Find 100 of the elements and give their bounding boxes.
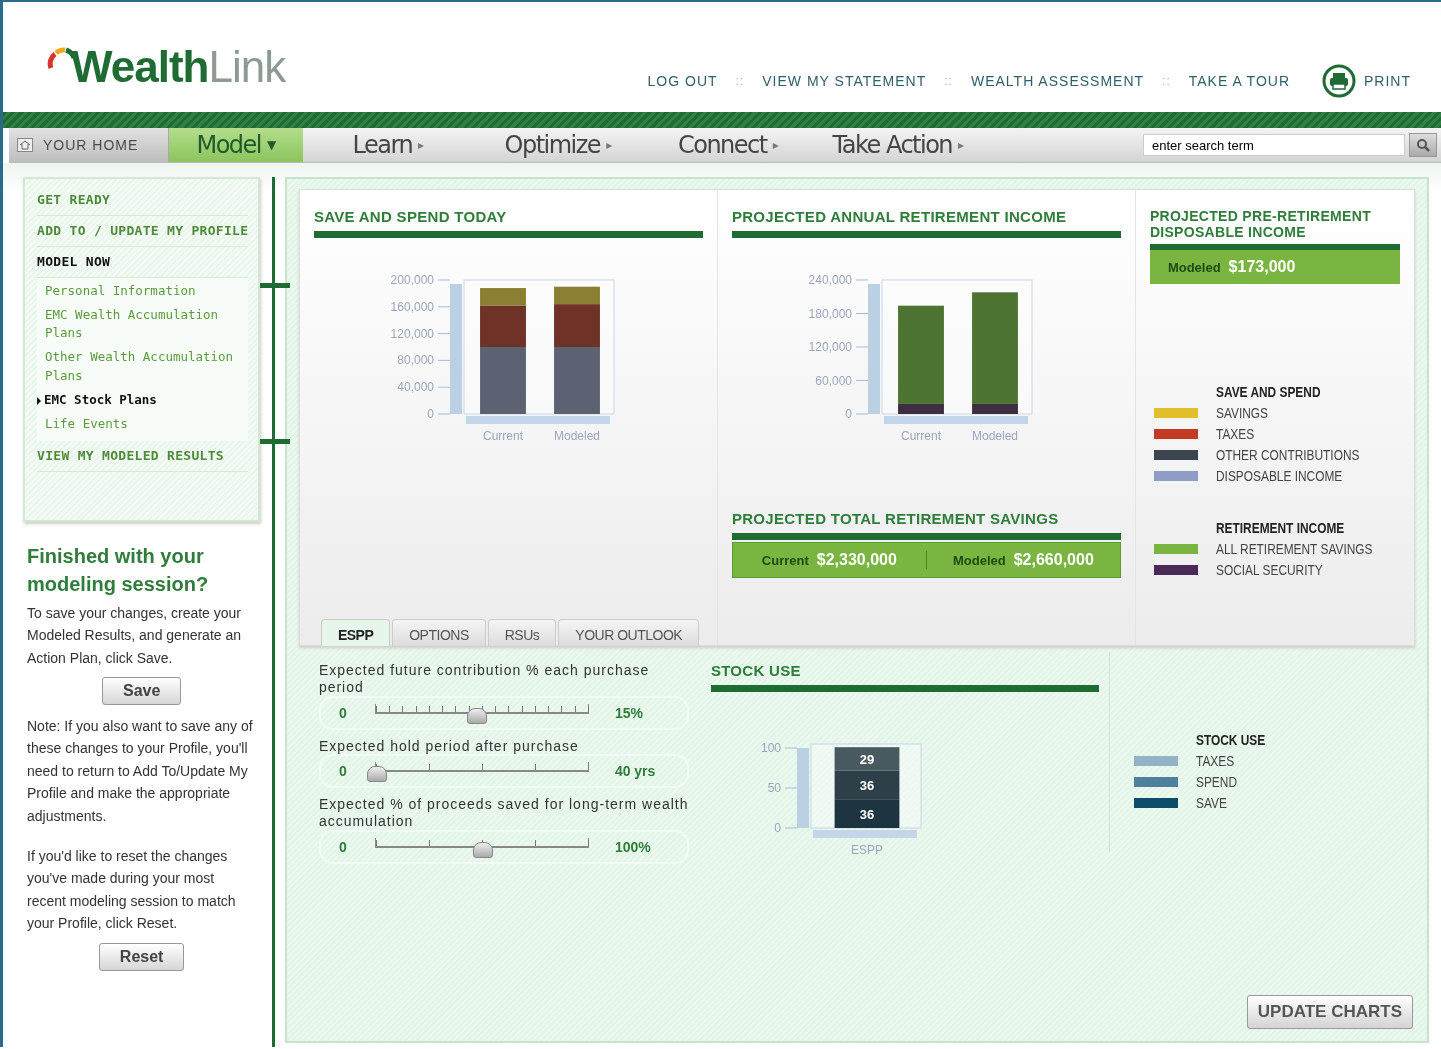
nav-tab[interactable]: Model ▼: [169, 128, 304, 162]
legend-label: SPEND: [1195, 774, 1237, 790]
category-label: Modeled: [972, 429, 1019, 443]
y-tick-label: 60,000: [815, 373, 853, 388]
nav-tab[interactable]: Connect ▸: [643, 128, 814, 162]
search-field[interactable]: enter search term: [1143, 134, 1405, 156]
slider-thumb[interactable]: [472, 842, 493, 858]
y-tick-label: 0: [427, 407, 435, 421]
y-tick-label: 200,000: [391, 273, 435, 287]
y-tick: [437, 359, 451, 361]
slider-max: 40 yrs: [614, 763, 657, 780]
y-tick-label: 50: [767, 781, 781, 795]
y-tick-label: 120,000: [391, 326, 435, 341]
nav-tab[interactable]: Optimize ▸: [473, 128, 644, 162]
legend-label: ALL RETIREMENT SAVINGS: [1215, 541, 1373, 557]
legend-label: TAXES: [1195, 753, 1234, 769]
slider-min: 0: [338, 763, 348, 780]
y-tick-label: 160,000: [391, 299, 435, 314]
category-label: Current: [483, 429, 524, 443]
update-charts-button[interactable]: UPDATE CHARTS: [1246, 995, 1413, 1029]
home-icon: [17, 138, 33, 152]
data-label: 36: [859, 806, 875, 822]
section-title: PROJECTED ANNUAL RETIREMENT INCOME: [731, 208, 1121, 238]
slider-label: Expected % of proceeds saved for long-term wealth accumulation: [318, 796, 690, 830]
y-tick: [855, 380, 869, 381]
y-tick: [437, 413, 451, 415]
header-link[interactable]: VIEW MY STATEMENT: [762, 73, 927, 89]
y-tick-label: 0: [845, 407, 853, 421]
data-label: 36: [859, 777, 875, 793]
legend-label: SAVE: [1195, 795, 1227, 811]
legend-label: SOCIAL SECURITY: [1215, 562, 1323, 578]
y-tick: [437, 386, 451, 388]
category-label: Current: [901, 429, 942, 443]
y-tick: [855, 279, 869, 281]
y-tick-label: 40,000: [397, 380, 435, 395]
subsection-link[interactable]: EMC Stock Plans: [37, 390, 249, 409]
plan-tab[interactable]: OPTIONS: [392, 619, 486, 646]
section-title: SAVE AND SPEND TODAY: [313, 208, 703, 238]
slider-min: 0: [338, 839, 348, 855]
profile-note: Note: If you also want to save any of these changes to your Profile, you'll need to return to Add To/Update My Profile and make the appropriate adjustments.: [27, 717, 254, 826]
reset-instructions: If you'd like to reset the changes you've made during your most recent modeling session to match your Profile, click Reset.: [27, 847, 237, 934]
section-link[interactable]: GET READY: [37, 185, 249, 216]
y-tick-label: 0: [774, 821, 781, 835]
print-icon[interactable]: [1322, 64, 1356, 98]
link-separator: ::: [1162, 74, 1171, 88]
y-tick: [784, 827, 798, 829]
section-title: PROJECTED PRE-RETIREMENT DISPOSABLE INCOME: [1149, 208, 1372, 240]
search-button[interactable]: [1409, 133, 1437, 157]
search-icon: [1416, 138, 1430, 152]
slider-max: 15%: [614, 704, 644, 721]
session-title: Finished with your modeling session?: [27, 543, 210, 597]
legend-label: DISPOSABLE INCOME: [1215, 468, 1343, 484]
logo-text[interactable]: WealthLink: [71, 42, 286, 92]
income-value: $173,000: [1228, 258, 1296, 276]
slider-thumb[interactable]: [466, 707, 487, 724]
category-label: Modeled: [554, 429, 601, 443]
legend-title: SAVE AND SPEND: [1215, 384, 1322, 400]
plan-tab[interactable]: YOUR OUTLOOK: [558, 619, 700, 646]
data-label: 29: [859, 751, 875, 767]
slider-max: 100%: [614, 839, 652, 855]
y-tick: [855, 346, 869, 348]
nav-tab[interactable]: Take Action ▸: [813, 128, 984, 162]
category-label: ESPP: [850, 843, 883, 857]
income-label: Modeled: [1167, 260, 1221, 275]
plan-tab[interactable]: ESPP: [320, 619, 391, 646]
header-link[interactable]: WEALTH ASSESSMENT: [970, 73, 1145, 89]
total-value: $2,330,000: [816, 551, 897, 569]
legend-label: TAXES: [1215, 426, 1254, 442]
total-value: $2,660,000: [1013, 551, 1094, 569]
link-separator: ::: [944, 74, 953, 88]
plan-tab[interactable]: RSUs: [487, 619, 557, 646]
slider-min: 0: [338, 704, 348, 721]
total-label: Current: [761, 553, 809, 568]
y-tick: [855, 313, 869, 314]
total-label: Modeled: [952, 553, 1006, 568]
reset-button[interactable]: Reset: [98, 942, 185, 971]
section-link[interactable]: ADD TO / UPDATE MY PROFILE: [37, 216, 249, 247]
save-button[interactable]: Save: [101, 677, 182, 706]
print-link[interactable]: PRINT: [1364, 73, 1411, 89]
home-tab[interactable]: YOUR HOME: [9, 128, 170, 162]
legend-label: OTHER CONTRIBUTIONS: [1215, 447, 1360, 463]
section-link[interactable]: VIEW MY MODELED RESULTS: [37, 440, 249, 472]
y-tick-label: 80,000: [397, 353, 435, 368]
y-tick-label: 180,000: [809, 306, 853, 321]
bar-segment: [834, 747, 900, 771]
header-link[interactable]: LOG OUT: [647, 73, 718, 89]
y-tick-label: 240,000: [809, 273, 853, 287]
y-tick: [437, 333, 451, 335]
header-link[interactable]: TAKE A TOUR: [1188, 73, 1290, 89]
section-title: STOCK USE: [710, 662, 1099, 692]
link-separator: ::: [735, 74, 745, 88]
bar-segment: [834, 799, 900, 828]
y-tick: [784, 747, 798, 749]
nav-tab[interactable]: Learn ▸: [303, 128, 474, 162]
y-tick: [437, 279, 451, 281]
slider-thumb[interactable]: [366, 766, 387, 783]
y-tick: [855, 413, 869, 415]
y-tick: [437, 306, 451, 308]
slider-label: Expected hold period after purchase: [318, 737, 580, 755]
legend-label: SAVINGS: [1215, 405, 1268, 421]
